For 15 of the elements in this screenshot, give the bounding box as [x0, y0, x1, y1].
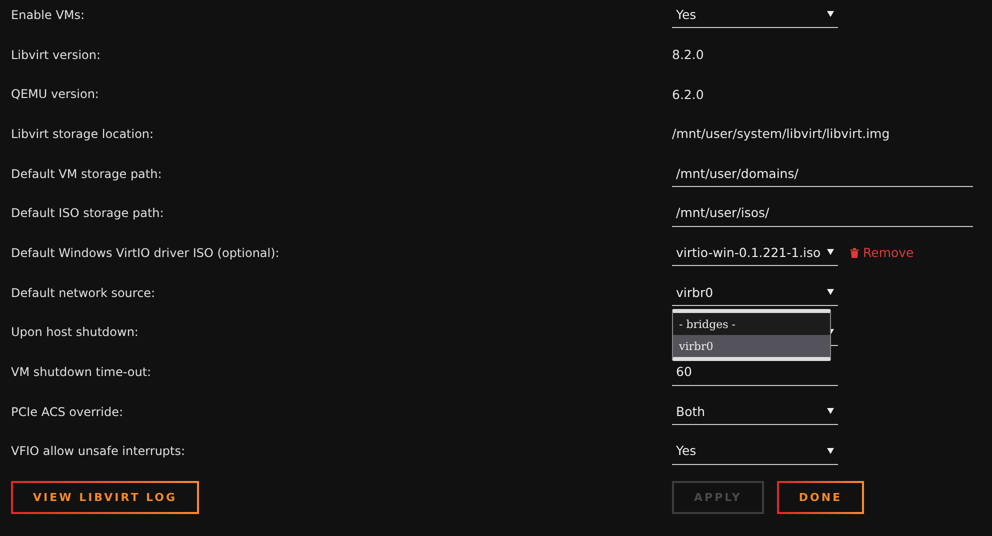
setting-label: VM shutdown time-out:: [11, 365, 152, 380]
setting-label: Default VM storage path:: [11, 166, 162, 181]
setting-label: Libvirt storage location:: [11, 126, 154, 141]
setting-label: Default Windows VirtIO driver ISO (optional):: [11, 246, 280, 260]
setting-value: 8.2.0: [672, 47, 704, 62]
setting-label: Libvirt version:: [11, 48, 101, 62]
setting-label: Upon host shutdown:: [11, 325, 138, 340]
setting-label: Default network source:: [11, 286, 156, 300]
setting-value: 6.2.0: [672, 86, 704, 102]
setting-label: QEMU version:: [11, 87, 99, 102]
setting-label: VFIO allow unsafe interrupts:: [11, 444, 186, 458]
setting-label: PCIe ACS override:: [11, 404, 124, 419]
setting-label: Enable VMs:: [11, 8, 85, 22]
setting-label: Default ISO storage path:: [11, 206, 164, 220]
setting-value: /mnt/user/system/libvirt/libvirt.img: [672, 126, 890, 142]
